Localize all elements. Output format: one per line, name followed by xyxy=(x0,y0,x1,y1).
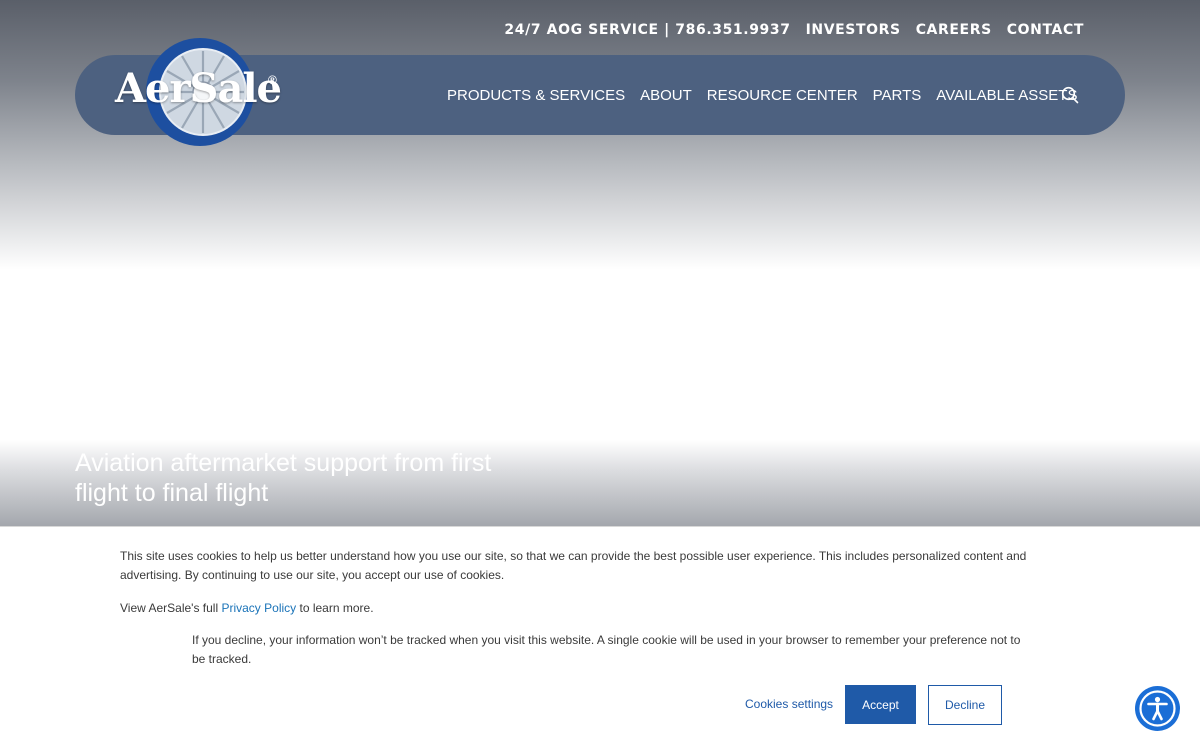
accept-button[interactable]: Accept xyxy=(845,685,916,724)
aog-service-link[interactable]: 24/7 AOG SERVICE | 786.351.9937 xyxy=(504,22,790,38)
privacy-suffix: to learn more. xyxy=(296,601,374,615)
search-button[interactable] xyxy=(1061,86,1081,106)
decline-button[interactable]: Decline xyxy=(928,685,1002,725)
nav-products-services[interactable]: PRODUCTS & SERVICES xyxy=(447,87,625,104)
logo-wordmark: AerSale xyxy=(115,65,282,112)
cookies-settings-button[interactable]: Cookies settings xyxy=(745,697,833,711)
registered-mark: ® xyxy=(268,73,277,87)
privacy-prefix: View AerSale's full xyxy=(120,601,222,615)
primary-navigation: PRODUCTS & SERVICES ABOUT RESOURCE CENTE… xyxy=(447,87,1092,104)
nav-resource-center[interactable]: RESOURCE CENTER xyxy=(707,87,858,104)
careers-link[interactable]: CAREERS xyxy=(916,22,992,38)
investors-link[interactable]: INVESTORS xyxy=(806,22,901,38)
search-icon xyxy=(1061,86,1079,104)
aersale-logo[interactable]: AerSale ® xyxy=(115,37,285,147)
nav-available-assets[interactable]: AVAILABLE ASSETS xyxy=(936,87,1077,104)
accessibility-icon xyxy=(1139,690,1176,727)
privacy-policy-link[interactable]: Privacy Policy xyxy=(221,601,296,615)
nav-about[interactable]: ABOUT xyxy=(640,87,692,104)
decline-notice-text: If you decline, your information won’t b… xyxy=(192,633,1021,666)
cookie-notice-text: This site uses cookies to help us better… xyxy=(120,549,1027,582)
contact-link[interactable]: CONTACT xyxy=(1007,22,1084,38)
privacy-policy-line: View AerSale's full Privacy Policy to le… xyxy=(120,601,374,615)
utility-nav: 24/7 AOG SERVICE | 786.351.9937 INVESTOR… xyxy=(489,22,1084,38)
hero-tagline: Aviation aftermarket support from first … xyxy=(75,449,492,507)
nav-parts[interactable]: PARTS xyxy=(873,87,922,104)
accessibility-button[interactable] xyxy=(1135,686,1180,731)
cookie-banner: This site uses cookies to help us better… xyxy=(0,526,1200,751)
